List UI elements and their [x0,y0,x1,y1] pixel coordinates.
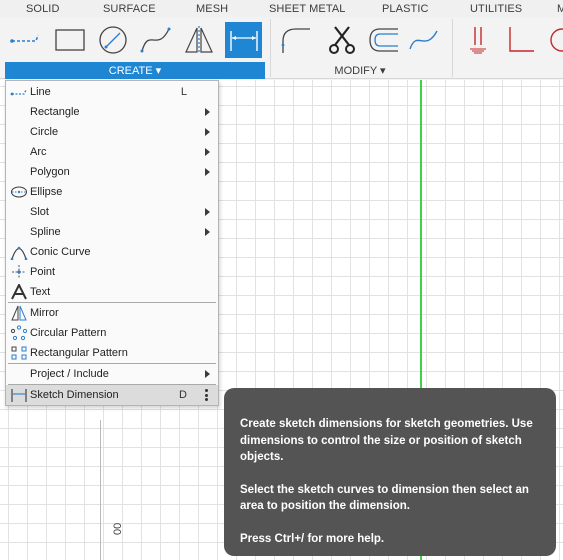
perpendicular-constraint-icon [509,27,534,52]
menu-item-circle[interactable]: Circle [6,122,218,142]
tooltip: Create sketch dimensions for sketch geom… [224,388,556,556]
submenu-arrow-icon [205,168,210,176]
dimension-value: 00 [112,522,124,535]
scissors-icon [329,26,355,54]
coincident-tool-button[interactable] [462,22,496,58]
spline-tool-button[interactable] [139,22,173,58]
sketch-dimension-icon [229,31,258,51]
menu-item-mirror[interactable]: Mirror [6,303,218,323]
tab-sheet-metal[interactable]: SHEET METAL [269,3,346,15]
menu-item-conic-curve[interactable]: Conic Curve [6,242,218,262]
menu-item-line[interactable]: Line L [6,82,218,102]
menu-item-label: Point [30,266,56,278]
menu-item-label: Line [30,86,51,98]
tab-plastic[interactable]: PLASTIC [382,3,429,15]
workspace-tabs: SOLID SURFACE MESH SHEET METAL PLASTIC U… [0,0,563,17]
line-icon [10,34,39,43]
submenu-arrow-icon [205,128,210,136]
menu-item-label: Rectangular Pattern [30,347,128,359]
tab-more[interactable]: M [557,3,563,15]
menu-item-label: Arc [30,146,47,158]
menu-item-label: Spline [30,226,61,238]
menu-item-rectangular-pattern[interactable]: Rectangular Pattern [6,343,218,363]
offset-icon [369,28,398,52]
parallel-constraint-icon [470,27,486,54]
menu-item-sketch-dimension[interactable]: Sketch Dimension D [6,385,218,405]
rectangular-pattern-icon [9,343,29,363]
rectangle-tool-button[interactable] [53,22,87,58]
toolbar-ribbon: CREATE ▾ MODIFY ▾ [0,17,563,79]
menu-item-label: Polygon [30,166,70,178]
circle-tool-button[interactable] [96,22,130,58]
menu-item-label: Slot [30,206,49,218]
create-menu-button[interactable]: CREATE ▾ [5,62,265,79]
tangent-tool-button[interactable] [545,22,563,58]
create-dropdown-menu: Line L Rectangle Circle Arc Polygon Elli… [5,80,219,406]
circle-icon [99,26,127,54]
tangent-constraint-icon [550,28,563,52]
menu-item-slot[interactable]: Slot [6,202,218,222]
modify-menu-button[interactable]: MODIFY ▾ [280,62,440,79]
extend-icon [409,30,438,50]
submenu-arrow-icon [205,208,210,216]
trim-tool-button[interactable] [325,22,359,58]
menu-item-polygon[interactable]: Polygon [6,162,218,182]
line-icon [9,82,29,102]
menu-item-project-include[interactable]: Project / Include [6,364,218,384]
more-options-icon[interactable] [205,389,208,401]
menu-item-arc[interactable]: Arc [6,142,218,162]
tab-solid[interactable]: SOLID [26,3,60,15]
dimension-line [100,420,101,560]
menu-item-label: Text [30,286,51,298]
menu-item-label: Mirror [30,307,59,319]
point-icon [9,262,29,282]
line-tool-button[interactable] [8,22,42,58]
sketch-dimension-tool-button[interactable] [225,22,262,58]
menu-item-label: Circle [30,126,59,138]
menu-item-label: Rectangle [30,106,80,118]
fillet-tool-button[interactable] [280,22,314,58]
mirror-tool-button[interactable] [182,22,216,58]
tooltip-help-hint: Press Ctrl+/ for more help. [240,532,385,545]
extend-tool-button[interactable] [407,22,441,58]
tab-utilities[interactable]: UTILITIES [470,3,522,15]
mirror-icon [9,303,29,323]
menu-item-label: Project / Include [30,368,109,380]
submenu-arrow-icon [205,108,210,116]
tooltip-instructions: Select the sketch curves to dimension th… [240,483,529,513]
fillet-icon [281,28,310,53]
conic-curve-icon [9,242,29,262]
menu-item-ellipse[interactable]: Ellipse [6,182,218,202]
perpendicular-tool-button[interactable] [504,22,538,58]
ellipse-icon [9,182,29,202]
menu-item-text[interactable]: Text [6,282,218,302]
shortcut-label: L [180,86,187,98]
submenu-arrow-icon [205,228,210,236]
menu-item-rectangle[interactable]: Rectangle [6,102,218,122]
tab-surface[interactable]: SURFACE [103,3,156,15]
menu-item-label: Conic Curve [30,246,91,258]
mirror-icon [185,26,213,54]
shortcut-label: D [179,389,187,401]
menu-item-label: Sketch Dimension [30,389,119,401]
rectangle-icon [55,29,85,51]
sketch-dimension-icon [9,385,29,405]
menu-item-label: Ellipse [30,186,63,198]
tab-mesh[interactable]: MESH [196,3,228,15]
offset-tool-button[interactable] [366,22,400,58]
menu-item-point[interactable]: Point [6,262,218,282]
circular-pattern-icon [9,323,29,343]
submenu-arrow-icon [205,148,210,156]
submenu-arrow-icon [205,370,210,378]
tooltip-description: Create sketch dimensions for sketch geom… [240,418,533,463]
menu-item-label: Circular Pattern [30,327,107,339]
text-icon [9,282,29,302]
menu-item-circular-pattern[interactable]: Circular Pattern [6,323,218,343]
menu-item-spline[interactable]: Spline [6,222,218,242]
spline-icon [140,27,171,53]
